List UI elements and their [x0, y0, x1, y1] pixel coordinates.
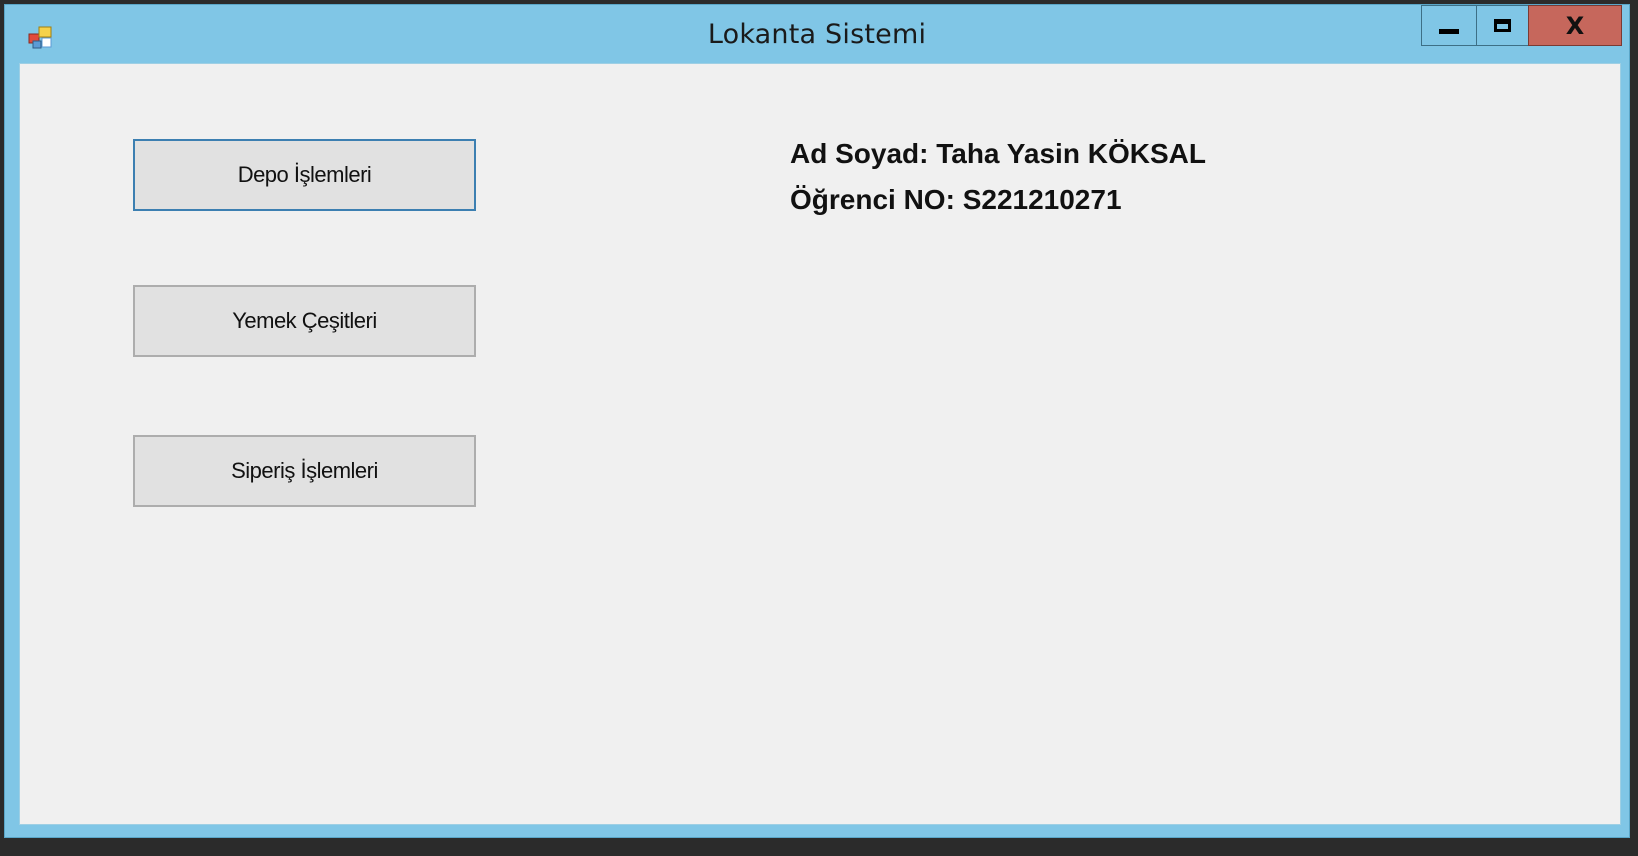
maximize-button[interactable]: [1476, 5, 1529, 46]
student-number-label: Öğrenci NO: S221210271: [790, 184, 1122, 215]
depo-islemleri-button[interactable]: Depo İşlemleri: [133, 139, 476, 211]
maximize-icon: [1494, 19, 1511, 32]
form-client-area: Depo İşlemleri Yemek Çeşitleri Siperiş İ…: [19, 63, 1621, 825]
student-name-label: Ad Soyad: Taha Yasin KÖKSAL: [790, 138, 1206, 169]
title-bar[interactable]: Lokanta Sistemi X: [5, 5, 1629, 63]
main-window: Lokanta Sistemi X Depo İşlemleri Yemek Ç…: [4, 4, 1630, 838]
minimize-button[interactable]: [1421, 5, 1477, 46]
yemek-cesitleri-button[interactable]: Yemek Çeşitleri: [133, 285, 476, 357]
siparis-islemleri-button[interactable]: Siperiş İşlemleri: [133, 435, 476, 507]
minimize-icon: [1439, 29, 1459, 34]
close-button[interactable]: X: [1528, 5, 1622, 46]
window-title: Lokanta Sistemi: [707, 19, 927, 50]
close-icon: X: [1565, 11, 1585, 40]
